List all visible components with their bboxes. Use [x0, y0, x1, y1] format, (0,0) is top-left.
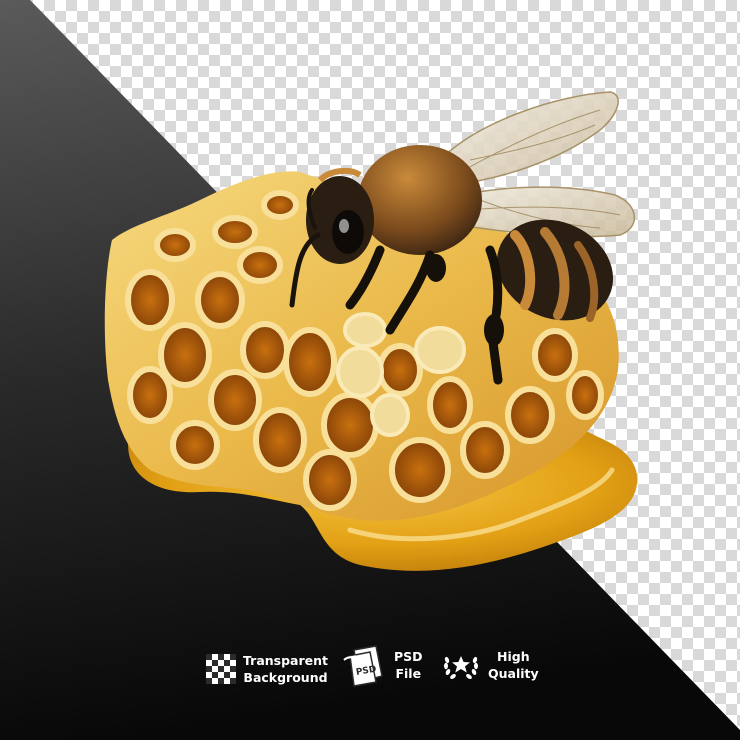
- psd-file-badge: PSD PSD File: [342, 642, 423, 688]
- high-quality-badge: High Quality: [442, 648, 539, 682]
- badge-line: Quality: [488, 666, 539, 681]
- psd-file-icon: PSD: [343, 645, 383, 687]
- bee-thorax: [358, 145, 482, 255]
- checkerboard-icon: [206, 654, 236, 684]
- badge-line: PSD: [394, 649, 423, 664]
- badge-line: High: [497, 649, 530, 664]
- feature-badges: Transparent Background PSD PSD File High…: [0, 640, 740, 700]
- badge-line: Background: [243, 670, 328, 685]
- image-canvas: Transparent Background PSD PSD File High…: [0, 0, 740, 740]
- badge-line: File: [395, 666, 422, 681]
- laurel-star-icon: [444, 656, 478, 679]
- honeycomb-bee-illustration: [104, 91, 638, 571]
- badge-line: Transparent: [243, 653, 328, 668]
- transparent-background-badge: Transparent Background: [206, 652, 328, 686]
